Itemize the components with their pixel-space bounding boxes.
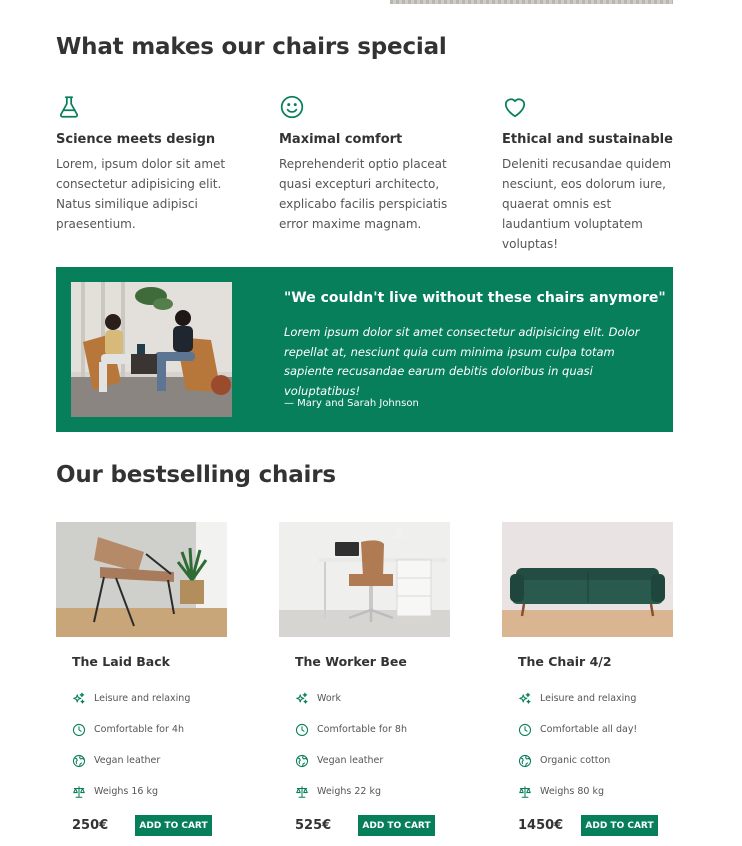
attribute-text: Comfortable all day!	[540, 724, 638, 735]
attribute-text: Organic cotton	[540, 755, 611, 766]
product-footer: 250€ ADD TO CART	[72, 815, 227, 836]
product-name: The Laid Back	[72, 654, 170, 669]
attribute-text: Comfortable for 8h	[317, 724, 407, 735]
attribute-item: Weighs 16 kg	[72, 776, 227, 807]
product-price: 525€	[295, 818, 332, 833]
product-card: The Laid Back Leisure and relaxing Comfo…	[56, 522, 227, 836]
globe-icon	[295, 754, 309, 767]
testimonial-author: — Mary and Sarah Johnson	[284, 398, 419, 409]
attribute-item: Comfortable for 4h	[72, 714, 227, 745]
product-attributes: Leisure and relaxing Comfortable for 4h …	[72, 683, 227, 807]
add-to-cart-button[interactable]: ADD TO CART	[358, 815, 435, 836]
feature-ethical: Ethical and sustainable Deleniti recusan…	[502, 94, 677, 254]
attribute-text: Weighs 22 kg	[317, 786, 381, 797]
product-name: The Worker Bee	[295, 654, 407, 669]
testimonial-quote: "We couldn't live without these chairs a…	[284, 290, 666, 306]
attribute-text: Work	[317, 693, 342, 704]
attribute-item: Comfortable all day!	[518, 714, 673, 745]
scale-icon	[296, 785, 308, 798]
attribute-text: Vegan leather	[94, 755, 161, 766]
attribute-text: Vegan leather	[317, 755, 384, 766]
attribute-item: Organic cotton	[518, 745, 673, 776]
clock-icon	[518, 723, 532, 736]
attribute-text: Weighs 80 kg	[540, 786, 604, 797]
attribute-item: Weighs 22 kg	[295, 776, 450, 807]
feature-text: Lorem, ipsum dolor sit amet consectetur …	[56, 157, 226, 231]
attribute-text: Weighs 16 kg	[94, 786, 158, 797]
hero-image-edge	[390, 0, 673, 4]
sparkles-icon	[296, 692, 308, 704]
bestsellers-title: Our bestselling chairs	[56, 462, 336, 488]
product-card: The Worker Bee Work Comfortable for 8h V…	[279, 522, 450, 836]
feature-title: Ethical and sustainable	[502, 132, 673, 147]
sparkles-icon	[519, 692, 531, 704]
feature-title: Science meets design	[56, 132, 216, 147]
feature-science: Science meets design Lorem, ipsum dolor …	[56, 94, 231, 234]
product-footer: 1450€ ADD TO CART	[518, 815, 673, 836]
product-attributes: Leisure and relaxing Comfortable all day…	[518, 683, 673, 807]
scale-icon	[73, 785, 85, 798]
testimonial-text: Lorem ipsum dolor sit amet consectetur a…	[284, 325, 640, 398]
sparkles-icon	[73, 692, 85, 704]
clock-icon	[295, 723, 309, 736]
attribute-item: Leisure and relaxing	[72, 683, 227, 714]
attribute-text: Leisure and relaxing	[540, 693, 637, 704]
scale-icon	[519, 785, 531, 798]
add-to-cart-button[interactable]: ADD TO CART	[581, 815, 658, 836]
attribute-item: Leisure and relaxing	[518, 683, 673, 714]
attribute-item: Weighs 80 kg	[518, 776, 673, 807]
feature-text: Deleniti recusandae quidem nesciunt, eos…	[502, 157, 672, 251]
attribute-item: Vegan leather	[295, 745, 450, 776]
clock-icon	[72, 723, 86, 736]
product-name: The Chair 4/2	[518, 654, 612, 669]
attribute-text: Comfortable for 4h	[94, 724, 184, 735]
product-attributes: Work Comfortable for 8h Vegan leather We…	[295, 683, 450, 807]
smile-icon	[280, 95, 304, 119]
attribute-item: Comfortable for 8h	[295, 714, 450, 745]
feature-text: Reprehenderit optio placeat quasi except…	[279, 157, 448, 231]
product-price: 1450€	[518, 818, 564, 833]
testimonial-photo	[71, 282, 232, 417]
product-footer: 525€ ADD TO CART	[295, 815, 450, 836]
add-to-cart-button[interactable]: ADD TO CART	[135, 815, 212, 836]
attribute-item: Work	[295, 683, 450, 714]
features-title: What makes our chairs special	[56, 34, 447, 60]
attribute-item: Vegan leather	[72, 745, 227, 776]
feature-title: Maximal comfort	[279, 132, 403, 147]
product-image	[502, 522, 673, 637]
attribute-text: Leisure and relaxing	[94, 693, 191, 704]
flask-icon	[59, 96, 79, 118]
product-image	[56, 522, 227, 637]
testimonial-card: "We couldn't live without these chairs a…	[56, 267, 673, 432]
feature-comfort: Maximal comfort Reprehenderit optio plac…	[279, 94, 454, 234]
product-price: 250€	[72, 818, 109, 833]
globe-icon	[518, 754, 532, 767]
product-image	[279, 522, 450, 637]
heart-icon	[504, 98, 526, 118]
globe-icon	[72, 754, 86, 767]
product-card: The Chair 4/2 Leisure and relaxing Comfo…	[502, 522, 673, 836]
